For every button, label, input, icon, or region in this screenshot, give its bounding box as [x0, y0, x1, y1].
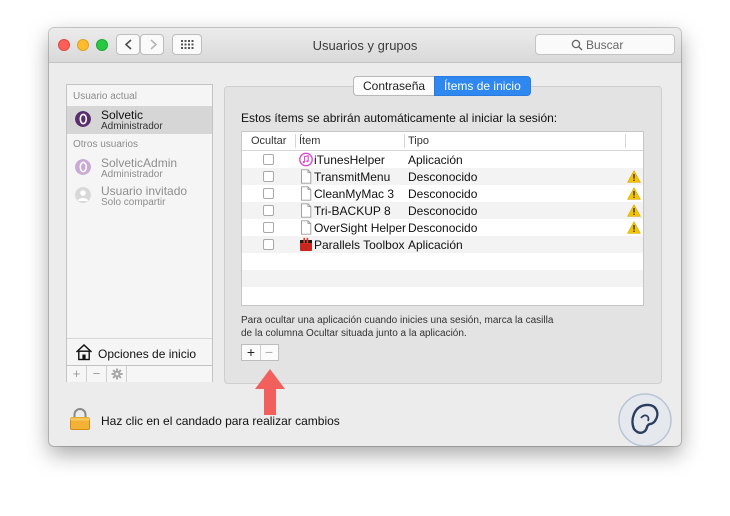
tab-startup-items[interactable]: Ítems de inicio: [434, 76, 531, 96]
tab-bar: Contraseña Ítems de inicio: [353, 76, 531, 96]
user-name: Usuario invitado: [101, 184, 188, 198]
item-name: iTunesHelper: [314, 153, 385, 167]
hide-checkbox[interactable]: [263, 171, 274, 182]
login-options-label: Opciones de inicio: [98, 347, 197, 361]
startup-items-table[interactable]: Ocultar Ítem Tipo iTunesHelper Aplicació…: [241, 131, 644, 306]
user-role: Solo compartir: [101, 197, 166, 208]
add-item-button[interactable]: +: [242, 345, 261, 360]
house-icon: [75, 343, 93, 361]
document-icon: [301, 220, 312, 235]
lock-message: Haz clic en el candado para realizar cam…: [101, 414, 340, 428]
padlock-icon[interactable]: [69, 408, 91, 430]
hide-checkbox[interactable]: [263, 154, 274, 165]
column-header-item[interactable]: Ítem: [299, 135, 320, 147]
hide-checkbox[interactable]: [263, 188, 274, 199]
users-sidebar: Usuario actual Solvetic Administrador Ot…: [66, 84, 213, 382]
item-type: Desconocido: [408, 187, 478, 201]
table-row[interactable]: OverSight Helper Desconocido: [242, 219, 643, 236]
empty-row: [242, 287, 643, 304]
annotation-arrow-icon: [255, 369, 285, 415]
item-type: Aplicación: [408, 238, 463, 252]
warning-icon: [627, 221, 641, 234]
item-name: Parallels Toolbox: [314, 238, 405, 252]
document-icon: [301, 203, 312, 218]
startup-items-intro: Estos ítems se abrirán automáticamente a…: [241, 111, 558, 125]
column-divider: [404, 134, 405, 148]
column-divider: [625, 134, 626, 148]
parallels-icon: [300, 237, 312, 251]
item-name: OverSight Helper: [314, 221, 407, 235]
user-name: SolveticAdmin: [101, 156, 178, 170]
item-name: TransmitMenu: [314, 170, 391, 184]
watermark-logo: [618, 393, 672, 446]
column-divider: [295, 134, 296, 148]
gear-icon: [111, 368, 122, 380]
hint-line: de la columna Ocultar situada junto a la…: [241, 328, 467, 339]
search-input[interactable]: [586, 36, 670, 53]
table-header: Ocultar Ítem Tipo: [242, 132, 643, 151]
preferences-window: Usuarios y grupos Usuario actual Solveti…: [49, 28, 681, 446]
empty-row: [242, 270, 643, 287]
add-user-button[interactable]: +: [67, 366, 87, 382]
hide-instructions: Para ocultar una aplicación cuando inici…: [241, 314, 581, 340]
user-name: Solvetic: [101, 108, 144, 122]
item-type: Desconocido: [408, 170, 478, 184]
item-type: Aplicación: [408, 153, 463, 167]
empty-row: [242, 253, 643, 270]
other-users-heading: Otros usuarios: [73, 139, 139, 150]
search-icon: [571, 39, 583, 51]
add-remove-control: + −: [241, 344, 279, 361]
title-bar: Usuarios y grupos: [49, 28, 681, 63]
current-user-heading: Usuario actual: [73, 91, 137, 102]
item-name: Tri-BACKUP 8: [314, 204, 391, 218]
remove-user-button[interactable]: −: [87, 366, 107, 382]
item-type: Desconocido: [408, 221, 478, 235]
search-field[interactable]: [535, 34, 675, 55]
hide-checkbox[interactable]: [263, 205, 274, 216]
document-icon: [301, 169, 312, 184]
hint-line: Para ocultar una aplicación cuando inici…: [241, 315, 554, 326]
table-row[interactable]: CleanMyMac 3 Desconocido: [242, 185, 643, 202]
warning-icon: [627, 170, 641, 183]
action-menu-button[interactable]: [107, 366, 127, 382]
itunes-icon: [299, 152, 313, 167]
table-row[interactable]: TransmitMenu Desconocido: [242, 168, 643, 185]
column-header-type[interactable]: Tipo: [408, 135, 429, 147]
table-row[interactable]: Parallels Toolbox Aplicación: [242, 236, 643, 253]
tab-password[interactable]: Contraseña: [353, 76, 435, 96]
item-name: CleanMyMac 3: [314, 187, 395, 201]
user-item-guest[interactable]: Usuario invitado Solo compartir: [67, 182, 212, 210]
user-item-solveticadmin[interactable]: SolveticAdmin Administrador: [67, 154, 212, 182]
column-header-hide[interactable]: Ocultar: [251, 135, 286, 147]
user-item-solvetic[interactable]: Solvetic Administrador: [67, 106, 212, 134]
user-avatar-icon: [75, 111, 91, 127]
table-row[interactable]: Tri-BACKUP 8 Desconocido: [242, 202, 643, 219]
hide-checkbox[interactable]: [263, 239, 274, 250]
warning-icon: [627, 187, 641, 200]
document-icon: [301, 186, 312, 201]
user-role: Administrador: [101, 121, 163, 132]
sidebar-toolbar: + −: [67, 365, 212, 382]
hide-checkbox[interactable]: [263, 222, 274, 233]
guest-avatar-icon: [75, 187, 91, 203]
item-type: Desconocido: [408, 204, 478, 218]
login-options-item[interactable]: Opciones de inicio: [67, 338, 212, 366]
user-role: Administrador: [101, 169, 163, 180]
remove-item-button[interactable]: −: [260, 345, 278, 360]
user-avatar-icon: [75, 159, 91, 175]
table-row[interactable]: iTunesHelper Aplicación: [242, 151, 643, 168]
warning-icon: [627, 204, 641, 217]
